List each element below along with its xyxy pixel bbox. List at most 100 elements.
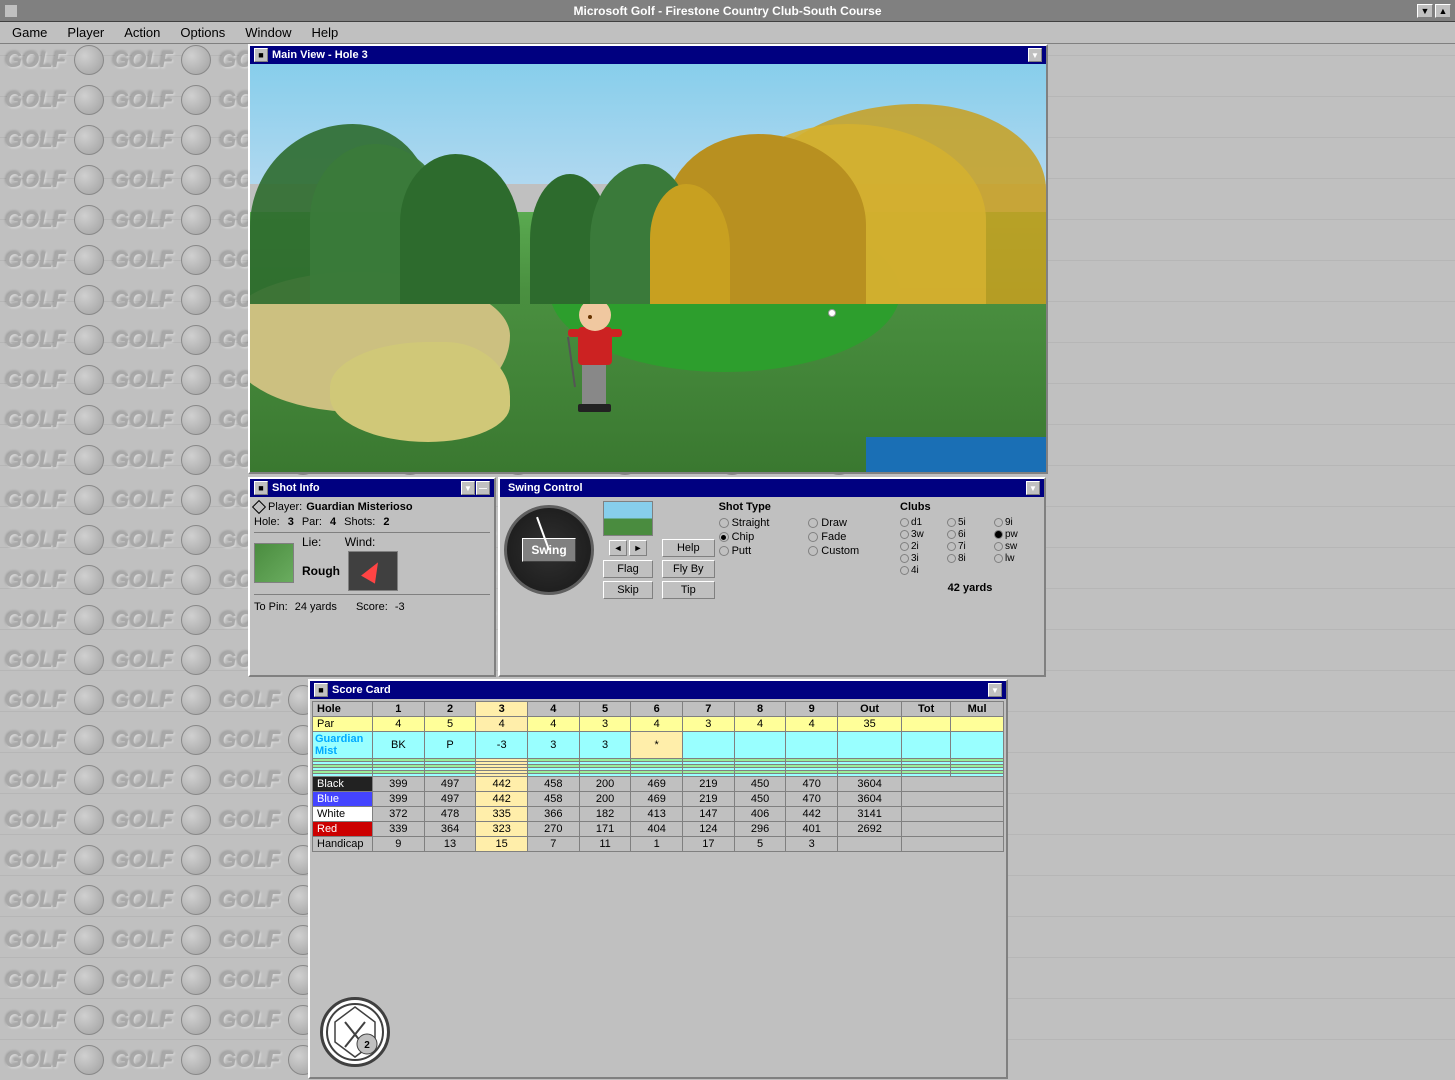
shot-info-title: Shot Info bbox=[272, 482, 320, 494]
shot-type-chip[interactable]: Chip bbox=[719, 531, 807, 543]
player-p: P bbox=[424, 732, 476, 759]
player-info-line: Player: Guardian Misterioso bbox=[254, 501, 490, 513]
club-2i[interactable]: 2i bbox=[900, 541, 946, 552]
8i-radio[interactable] bbox=[947, 554, 956, 563]
scorecard-icon-btn[interactable]: ■ bbox=[314, 683, 328, 697]
club-3w[interactable]: 3w bbox=[900, 529, 946, 540]
chip-radio[interactable] bbox=[719, 532, 729, 542]
swing-button[interactable]: Swing bbox=[522, 538, 575, 562]
shot-type-draw[interactable]: Draw bbox=[808, 517, 896, 529]
shot-type-putt[interactable]: Putt bbox=[719, 545, 807, 557]
fade-radio[interactable] bbox=[808, 532, 818, 542]
tee-red-label: Red bbox=[313, 822, 373, 837]
maximize-button[interactable]: ▲ bbox=[1435, 4, 1451, 18]
club-8i[interactable]: 8i bbox=[947, 553, 993, 564]
club-5i[interactable]: 5i bbox=[947, 517, 993, 528]
7i-radio[interactable] bbox=[947, 542, 956, 551]
scorecard-titlebar: ■ Score Card ▼ bbox=[310, 681, 1006, 699]
player-h5 bbox=[734, 732, 786, 759]
tee-red-out: 2692 bbox=[838, 822, 902, 837]
straight-radio[interactable] bbox=[719, 518, 729, 528]
swing-circle[interactable]: Swing bbox=[504, 505, 594, 595]
club-d1[interactable]: d1 bbox=[900, 517, 946, 528]
lw-radio[interactable] bbox=[994, 554, 1003, 563]
3i-radio[interactable] bbox=[900, 554, 909, 563]
tee-black-label: Black bbox=[313, 777, 373, 792]
tip-button[interactable]: Tip bbox=[662, 581, 715, 599]
tee-black-h6: 469 bbox=[631, 777, 683, 792]
player-name-display: Guardian Mist bbox=[315, 733, 363, 757]
arrow-buttons: ◄ ► bbox=[609, 540, 647, 556]
tee-white-h4: 366 bbox=[528, 807, 580, 822]
minimize-button[interactable]: ▼ bbox=[1417, 4, 1433, 18]
tee-blue-h6: 469 bbox=[631, 792, 683, 807]
tee-blue-h3: 442 bbox=[476, 792, 528, 807]
draw-label: Draw bbox=[821, 517, 847, 529]
shot-type-straight[interactable]: Straight bbox=[719, 517, 807, 529]
tee-black-h1: 399 bbox=[373, 777, 425, 792]
col-out: Out bbox=[838, 702, 902, 717]
main-view-title: Main View - Hole 3 bbox=[272, 49, 368, 61]
scorecard-header-row: Hole 1 2 3 4 5 6 7 8 9 Out Tot Mul bbox=[313, 702, 1004, 717]
skip-button[interactable]: Skip bbox=[603, 581, 653, 599]
hole-label: Hole: bbox=[254, 516, 280, 528]
d1-radio[interactable] bbox=[900, 518, 909, 527]
player-score: -3 bbox=[476, 732, 528, 759]
col-hole: Hole bbox=[313, 702, 373, 717]
col-3: 3 bbox=[476, 702, 528, 717]
help-button[interactable]: Help bbox=[662, 539, 715, 557]
6i-radio[interactable] bbox=[947, 530, 956, 539]
swing-control-dropdown[interactable]: ▼ bbox=[1026, 481, 1040, 495]
2i-radio[interactable] bbox=[900, 542, 909, 551]
tee-white-h1: 372 bbox=[373, 807, 425, 822]
tee-blue-h8: 450 bbox=[734, 792, 786, 807]
flag-button[interactable]: Flag bbox=[603, 560, 653, 578]
menu-window[interactable]: Window bbox=[237, 23, 299, 42]
shot-info-window: ■ Shot Info ▼ — Player: Guardian Misteri… bbox=[248, 477, 496, 677]
club-sw[interactable]: sw bbox=[994, 541, 1040, 552]
view-left-button[interactable]: ◄ bbox=[609, 540, 627, 556]
club-3i[interactable]: 3i bbox=[900, 553, 946, 564]
club-lw[interactable]: lw bbox=[994, 553, 1040, 564]
fly-by-button[interactable]: Fly By bbox=[662, 560, 715, 578]
main-view-dropdown[interactable]: ▼ bbox=[1028, 48, 1042, 62]
putt-radio[interactable] bbox=[719, 546, 729, 556]
col-4: 4 bbox=[528, 702, 580, 717]
custom-radio[interactable] bbox=[808, 546, 818, 556]
5i-radio[interactable] bbox=[947, 518, 956, 527]
club-6i[interactable]: 6i bbox=[947, 529, 993, 540]
view-right-button[interactable]: ► bbox=[629, 540, 647, 556]
draw-radio[interactable] bbox=[808, 518, 818, 528]
menu-options[interactable]: Options bbox=[172, 23, 233, 42]
player-h3: * bbox=[631, 732, 683, 759]
pw-radio[interactable] bbox=[994, 530, 1003, 539]
par-h4: 4 bbox=[528, 717, 580, 732]
menu-player[interactable]: Player bbox=[59, 23, 112, 42]
club-9i[interactable]: 9i bbox=[994, 517, 1040, 528]
handicap-h4: 7 bbox=[528, 837, 580, 852]
par-h7: 3 bbox=[683, 717, 735, 732]
player-h6 bbox=[786, 732, 838, 759]
4i-radio[interactable] bbox=[900, 566, 909, 575]
shot-type-fade[interactable]: Fade bbox=[808, 531, 896, 543]
tee-black-h2: 497 bbox=[424, 777, 476, 792]
shot-info-dropdown[interactable]: ▼ bbox=[461, 481, 475, 495]
3w-radio[interactable] bbox=[900, 530, 909, 539]
shot-info-close[interactable]: — bbox=[476, 481, 490, 495]
scorecard-dropdown[interactable]: ▼ bbox=[988, 683, 1002, 697]
menu-help[interactable]: Help bbox=[303, 23, 346, 42]
shot-info-icon-btn[interactable]: ■ bbox=[254, 481, 268, 495]
main-view-icon-btn[interactable]: ■ bbox=[254, 48, 268, 62]
sw-radio[interactable] bbox=[994, 542, 1003, 551]
club-4i[interactable]: 4i bbox=[900, 565, 946, 576]
title-controls: ▼ ▲ bbox=[1417, 4, 1451, 18]
menu-action[interactable]: Action bbox=[116, 23, 168, 42]
club-7i[interactable]: 7i bbox=[947, 541, 993, 552]
golf-ball bbox=[828, 309, 836, 317]
9i-radio[interactable] bbox=[994, 518, 1003, 527]
club-pw[interactable]: pw bbox=[994, 529, 1040, 540]
shot-type-custom[interactable]: Custom bbox=[808, 545, 896, 557]
menu-game[interactable]: Game bbox=[4, 23, 55, 42]
tee-white-h5: 182 bbox=[579, 807, 631, 822]
tee-blue-out: 3604 bbox=[838, 792, 902, 807]
